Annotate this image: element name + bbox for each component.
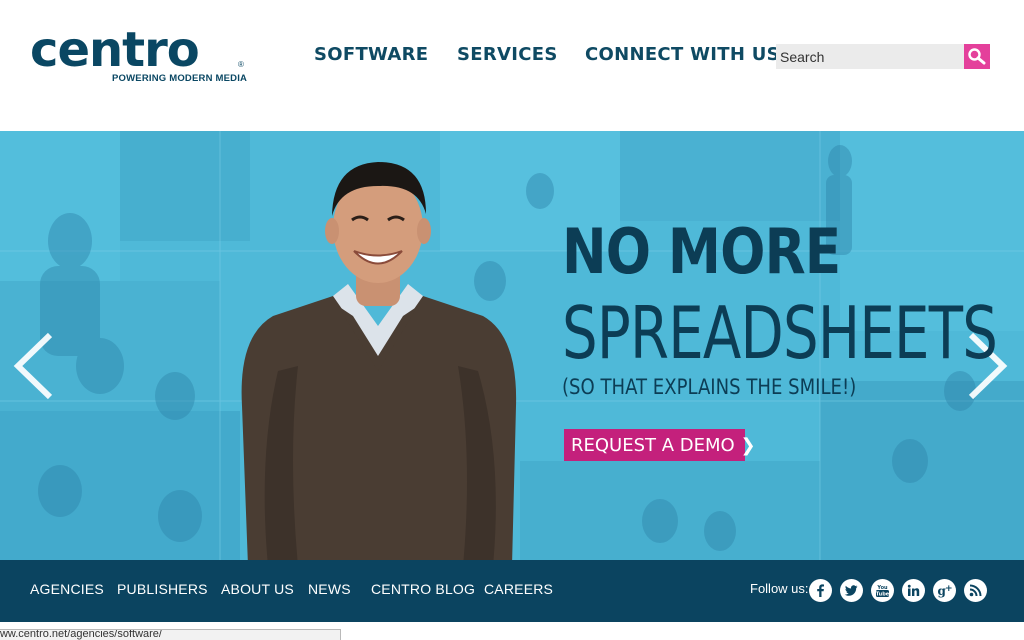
logo-registered-mark: ® [238,60,244,69]
footer-link-news[interactable]: NEWS [308,581,351,597]
centro-logo[interactable]: centro ® POWERING MODERN MEDIA [30,22,250,88]
hero-headline-bold: NO MORE [562,215,841,288]
footer-link-publishers[interactable]: PUBLISHERS [117,581,208,597]
footer-nav: AGENCIES PUBLISHERS ABOUT US NEWS CENTRO… [0,560,1024,622]
chevron-right-small-icon: ❯ [740,434,756,456]
nav-connect-with-us[interactable]: CONNECT WITH US [585,44,780,65]
magnifier-icon [968,48,986,65]
footer-link-agencies[interactable]: AGENCIES [30,581,104,597]
rss-icon[interactable] [964,579,987,602]
svg-text:Tube: Tube [876,592,890,598]
twitter-icon[interactable] [840,579,863,602]
site-header: centro ® POWERING MODERN MEDIA SOFTWARE … [0,0,1024,131]
google-plus-icon[interactable]: g + [933,579,956,602]
facebook-icon[interactable] [809,579,832,602]
hero-subheadline: (SO THAT EXPLAINS THE SMILE!) [562,375,857,399]
chevron-left-icon[interactable] [12,331,56,401]
follow-us-label: Follow us: [750,581,809,596]
search-input[interactable] [776,44,964,69]
hero-banner: NO MORE SPREADSHEETS (SO THAT EXPLAINS T… [0,131,1024,560]
smiling-man-photo [241,162,517,560]
nav-services[interactable]: SERVICES [457,44,558,65]
browser-status-bar: www.centro.net/agencies/software/ [0,629,341,640]
status-url: www.centro.net/agencies/software/ [0,629,162,640]
logo-wordmark: centro [30,22,200,78]
linkedin-icon[interactable] [902,579,925,602]
nav-software[interactable]: SOFTWARE [314,44,428,65]
logo-tagline: POWERING MODERN MEDIA [112,73,248,84]
search-button[interactable] [964,44,990,69]
footer-link-about-us[interactable]: ABOUT US [221,581,294,597]
request-demo-button[interactable]: REQUEST A DEMO ❯ [564,429,756,461]
search-box [776,44,990,69]
svg-text:You: You [876,585,888,591]
youtube-icon[interactable]: You Tube [871,579,894,602]
svg-text:+: + [945,584,953,594]
footer-link-careers[interactable]: CAREERS [484,581,553,597]
request-demo-label: REQUEST A DEMO [571,434,735,456]
footer-link-centro-blog[interactable]: CENTRO BLOG [371,581,475,597]
hero-headline-light: SPREADSHEETS [562,291,998,375]
